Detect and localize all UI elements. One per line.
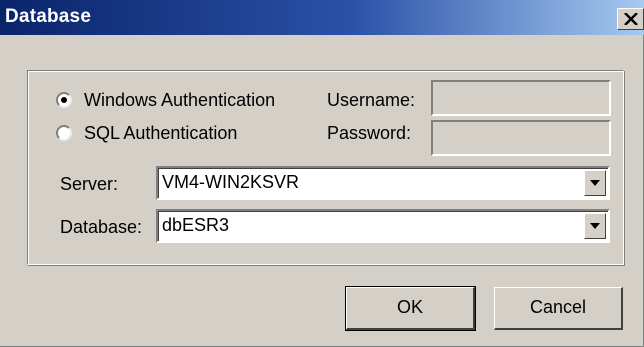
database-select[interactable]: dbESR3 [156, 209, 610, 243]
window-title: Database [5, 6, 92, 27]
radio-indicator-unchecked[interactable] [56, 125, 72, 141]
close-icon [624, 13, 638, 25]
password-label: Password: [327, 123, 412, 143]
radio-indicator-checked[interactable] [56, 92, 72, 108]
windows-auth-radio[interactable]: Windows Authentication [56, 88, 275, 112]
username-input[interactable] [433, 82, 609, 114]
password-field[interactable] [431, 120, 611, 156]
sql-auth-label: SQL Authentication [84, 122, 238, 143]
title-bar[interactable]: Database [0, 0, 644, 35]
cancel-button[interactable]: Cancel [494, 287, 623, 330]
chevron-down-icon [590, 180, 600, 186]
database-dropdown-button[interactable] [584, 213, 606, 239]
server-label: Server: [60, 174, 119, 194]
server-select[interactable]: VM4-WIN2KSVR [156, 166, 610, 200]
database-dialog: Database Windows Authentication SQL Auth… [0, 0, 644, 347]
database-label: Database: [60, 217, 143, 237]
password-input[interactable] [433, 122, 609, 154]
close-button[interactable] [617, 8, 644, 30]
ok-button[interactable]: OK [345, 286, 476, 331]
database-value: dbESR3 [162, 215, 230, 235]
chevron-down-icon [590, 223, 600, 229]
server-value: VM4-WIN2KSVR [162, 172, 300, 192]
server-dropdown-button[interactable] [584, 170, 606, 196]
windows-auth-label: Windows Authentication [84, 89, 276, 110]
username-label: Username: [327, 90, 416, 110]
sql-auth-radio[interactable]: SQL Authentication [56, 121, 237, 145]
username-field[interactable] [431, 80, 611, 116]
